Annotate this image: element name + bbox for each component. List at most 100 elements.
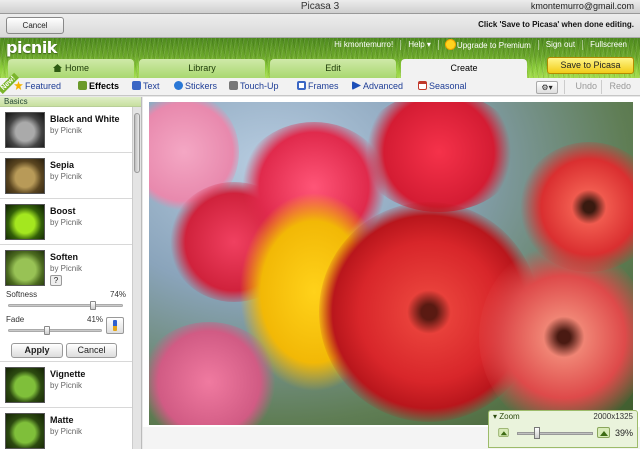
effect-name: Sepia — [50, 160, 75, 170]
effect-thumbnail — [5, 413, 45, 449]
help-link[interactable]: Help ▾ — [400, 40, 438, 50]
upgrade-link[interactable]: Upgrade to Premium — [437, 40, 538, 50]
subnav-effects-label: Effects — [89, 81, 120, 91]
save-to-picasa-button[interactable]: Save to Picasa — [547, 57, 634, 74]
zoom-in-icon[interactable] — [597, 427, 610, 438]
effect-item-soften-expanded: Soften by Picnik ? Softness 74% Fade 41%… — [0, 245, 141, 362]
zoom-slider-track[interactable] — [517, 432, 593, 435]
tab-home[interactable]: Home — [8, 59, 134, 78]
subnav-touchup[interactable]: Touch-Up — [229, 81, 279, 91]
fade-slider-track[interactable] — [8, 329, 102, 332]
subnav-effects[interactable]: Effects — [78, 81, 119, 91]
subnav-text[interactable]: Text — [132, 81, 160, 91]
effect-author: by Picnik — [50, 381, 83, 390]
softness-slider-knob[interactable] — [90, 301, 97, 310]
star-icon — [14, 81, 23, 90]
greeting-link[interactable]: Hi kmontemurro! — [327, 40, 400, 50]
effect-thumbnail — [5, 250, 45, 286]
subnav-text-label: Text — [143, 81, 160, 91]
softness-label: Softness — [6, 290, 38, 299]
subnav-featured-label: Featured — [25, 81, 62, 91]
effect-thumbnail — [5, 112, 45, 148]
subnav-stickers-label: Stickers — [185, 81, 218, 91]
subnav-seasonal[interactable]: Seasonal — [418, 81, 467, 91]
tab-edit[interactable]: Edit — [270, 59, 396, 78]
fade-slider-knob[interactable] — [43, 326, 50, 335]
effect-author: by Picnik — [50, 427, 83, 436]
effect-thumbnail — [5, 367, 45, 403]
softness-value: 74% — [110, 290, 127, 299]
effect-thumbnail — [5, 158, 45, 194]
window-titlebar: Picasa 3 kmontemurro@gmail.com — [0, 0, 640, 14]
subnav-advanced-label: Advanced — [363, 81, 404, 91]
fade-value: 41% — [87, 315, 104, 324]
subnav-frames[interactable]: Frames — [297, 81, 339, 91]
sun-icon — [445, 40, 455, 49]
effect-item-matte[interactable]: Matte by Picnik — [0, 408, 141, 449]
gear-menu-button[interactable]: ⚙▾ — [536, 81, 558, 94]
window-title: Picasa 3 — [300, 1, 340, 12]
effect-item-sepia[interactable]: Sepia by Picnik — [0, 153, 141, 199]
tab-home-label: Home — [64, 63, 89, 73]
subnav-seasonal-label: Seasonal — [429, 81, 467, 91]
subnav-advanced[interactable]: Advanced — [352, 81, 403, 91]
sticker-icon — [174, 81, 183, 90]
zoom-panel: ▾ Zoom 2000x1325 39% — [488, 410, 638, 448]
edited-photo[interactable] — [149, 102, 633, 425]
user-links: Hi kmontemurro! Help ▾ Upgrade to Premiu… — [327, 40, 634, 50]
subnav-frames-label: Frames — [308, 81, 339, 91]
advanced-icon — [352, 81, 361, 90]
effect-name: Soften — [50, 252, 78, 262]
top-toolbar: Cancel Click 'Save to Picasa' when done … — [0, 14, 640, 38]
effect-name: Vignette — [50, 369, 86, 379]
upgrade-label: Upgrade to Premium — [456, 41, 531, 50]
toolbar-divider — [564, 80, 565, 94]
effects-sidebar: Basics Black and White by Picnik Sepia b… — [0, 97, 142, 449]
sign-out-link[interactable]: Sign out — [537, 40, 582, 50]
picnik-header: picnik Hi kmontemurro! Help ▾ Upgrade to… — [0, 38, 640, 78]
effect-name: Black and White — [50, 114, 120, 124]
calendar-icon — [418, 81, 427, 90]
effect-item-vignette[interactable]: Vignette by Picnik — [0, 362, 141, 408]
apply-button[interactable]: Apply — [11, 343, 63, 358]
photo-canvas — [143, 97, 640, 449]
cancel-effect-button[interactable]: Cancel — [66, 343, 117, 358]
zoom-percent: 39% — [614, 428, 633, 438]
effects-icon — [78, 81, 87, 90]
tab-create[interactable]: Create — [401, 59, 527, 78]
effect-item-boost[interactable]: Boost by Picnik — [0, 199, 141, 245]
zoom-label[interactable]: ▾ Zoom — [493, 412, 520, 421]
subnav-featured[interactable]: Featured — [14, 81, 61, 91]
effect-name: Matte — [50, 415, 74, 425]
effect-author: by Picnik — [50, 264, 83, 273]
sidebar-scrollbar[interactable] — [132, 107, 141, 449]
fullscreen-link[interactable]: Fullscreen — [582, 40, 634, 50]
effect-item-black-and-white[interactable]: Black and White by Picnik — [0, 107, 141, 153]
touchup-icon — [229, 81, 238, 90]
section-header-basics: Basics — [0, 97, 141, 107]
fade-label: Fade — [6, 315, 25, 324]
zoom-out-icon[interactable] — [498, 428, 509, 437]
effect-author: by Picnik — [50, 126, 83, 135]
help-button[interactable]: ? — [50, 275, 62, 286]
tab-library[interactable]: Library — [139, 59, 265, 78]
subnav-touchup-label: Touch-Up — [240, 81, 279, 91]
zoom-slider-knob[interactable] — [534, 427, 540, 439]
softness-slider-track[interactable] — [8, 304, 123, 307]
effect-author: by Picnik — [50, 172, 83, 181]
cancel-button[interactable]: Cancel — [6, 17, 64, 34]
home-icon — [52, 64, 62, 72]
image-dimensions: 2000x1325 — [593, 412, 633, 421]
paint-brush-button[interactable] — [106, 317, 124, 334]
text-icon — [132, 81, 141, 90]
effect-author: by Picnik — [50, 218, 83, 227]
scrollbar-thumb[interactable] — [134, 113, 140, 173]
undo-button[interactable]: Undo — [575, 81, 597, 91]
main-tabs: Home Library Edit Create — [8, 59, 527, 78]
toolbar-divider — [601, 80, 602, 94]
photo-region — [359, 102, 519, 212]
redo-button[interactable]: Redo — [609, 81, 631, 91]
save-hint-text: Click 'Save to Picasa' when done editing… — [478, 20, 634, 29]
picnik-logo: picnik — [6, 38, 57, 57]
subnav-stickers[interactable]: Stickers — [174, 81, 217, 91]
